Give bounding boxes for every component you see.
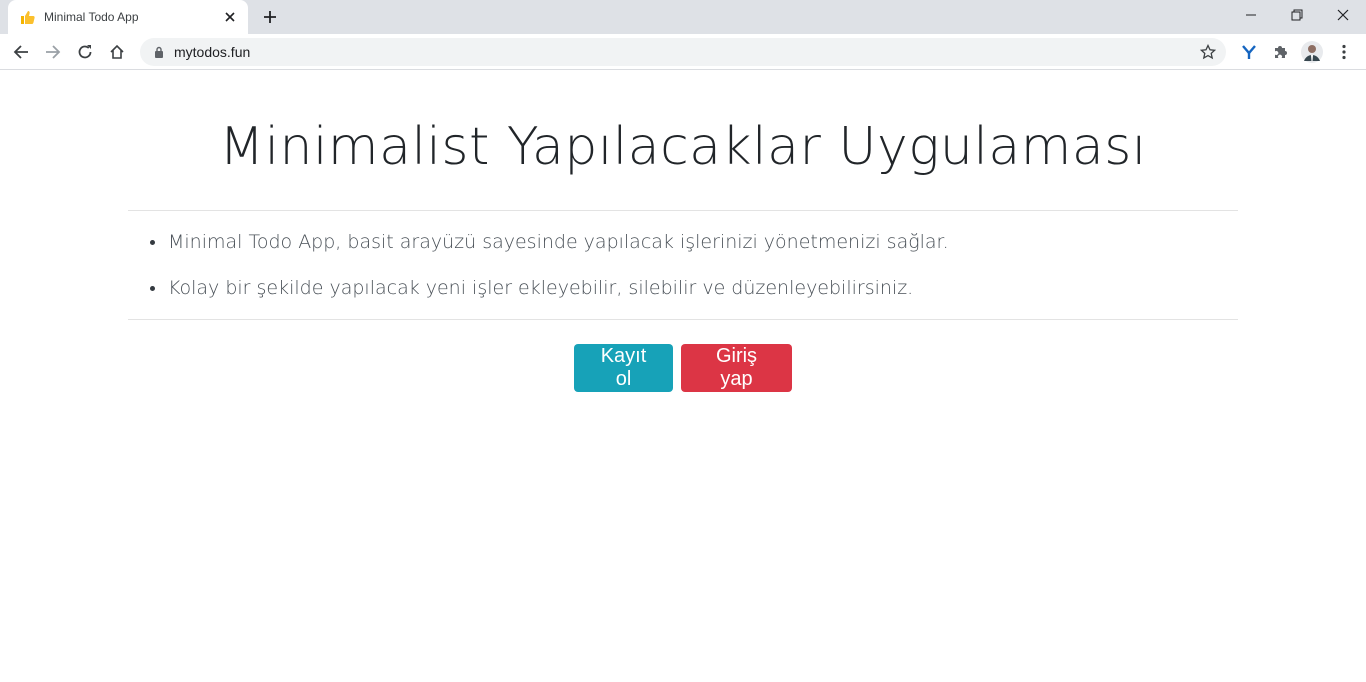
lock-icon[interactable] (152, 45, 166, 59)
menu-kebab-icon[interactable] (1329, 37, 1359, 67)
forward-button[interactable] (38, 37, 68, 67)
close-tab-icon[interactable] (222, 9, 238, 25)
list-item: Kolay bir şekilde yapılacak yeni işler e… (148, 277, 1228, 323)
restore-button[interactable] (1274, 0, 1320, 30)
feature-list: Minimal Todo App, basit arayüzü sayesind… (148, 231, 1228, 323)
profile-avatar[interactable] (1297, 37, 1327, 67)
minimize-button[interactable] (1228, 0, 1274, 30)
register-button[interactable]: Kayıt ol (574, 344, 673, 392)
close-window-button[interactable] (1320, 0, 1366, 30)
extension-y-icon[interactable] (1234, 37, 1264, 67)
new-tab-button[interactable] (258, 6, 282, 28)
tab-title: Minimal Todo App (44, 10, 139, 24)
extensions-puzzle-icon[interactable] (1265, 37, 1295, 67)
home-button[interactable] (102, 37, 132, 67)
reload-button[interactable] (70, 37, 100, 67)
browser-tab[interactable]: Minimal Todo App (8, 0, 248, 34)
address-bar[interactable]: mytodos.fun (140, 38, 1226, 66)
login-button[interactable]: Giriş yap (681, 344, 792, 392)
bookmark-star-icon[interactable] (1194, 38, 1222, 66)
divider-bottom (128, 319, 1238, 320)
url-text[interactable]: mytodos.fun (174, 44, 1194, 60)
page-content: Minimalist Yapılacaklar Uygulaması Minim… (0, 71, 1366, 682)
page-title: Minimalist Yapılacaklar Uygulaması (219, 117, 1147, 177)
list-item: Minimal Todo App, basit arayüzü sayesind… (148, 231, 1228, 277)
browser-toolbar: mytodos.fun (0, 34, 1366, 70)
thumbs-up-icon (20, 9, 36, 25)
back-button[interactable] (6, 37, 36, 67)
tab-strip: Minimal Todo App (0, 0, 1366, 34)
divider-top (128, 210, 1238, 211)
action-buttons: Kayıt ol Giriş yap (0, 344, 1366, 392)
